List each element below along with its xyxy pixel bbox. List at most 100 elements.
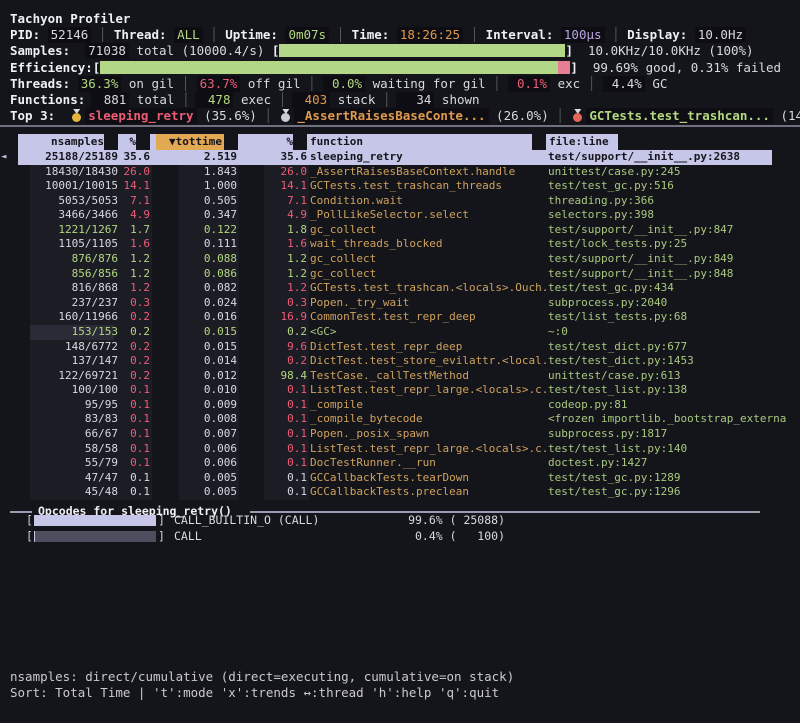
cell-pct-cumulative: 4.9	[268, 208, 307, 223]
separator: │	[257, 108, 280, 123]
cell-file-line: codeop.py:81	[548, 398, 800, 413]
cell-function-name: Popen._posix_spawn	[310, 427, 546, 442]
thread-stat-name: GC	[645, 76, 675, 91]
column-header-nsamples[interactable]: nsamples	[18, 134, 104, 150]
cell-nsamples: 58/58	[34, 442, 118, 457]
cell-function-name: DocTestRunner.__run	[310, 456, 546, 471]
cell-function-name: _AssertRaisesBaseContext.handle	[310, 165, 546, 180]
table-row[interactable]: 137/1470.20.0140.2DictTest.test_store_ev…	[0, 354, 800, 369]
column-header-file-line[interactable]: file:line	[549, 134, 619, 150]
opcode-name: CALL_BUILTIN_O (CALL)	[174, 513, 319, 528]
opcode-usage-bar	[34, 515, 156, 526]
cell-tottime: 0.088	[183, 252, 237, 267]
table-row[interactable]: 237/2370.30.0240.3Popen._try_waitsubproc…	[0, 296, 800, 311]
cell-file-line: test/test_gc.py:434	[548, 281, 800, 296]
table-row[interactable]: 83/830.10.0080.1_compile_bytecode<frozen…	[0, 412, 800, 427]
header-gap	[224, 134, 238, 150]
table-row[interactable]: 95/950.10.0090.1_compilecodeop.py:81	[0, 398, 800, 413]
opcode-row: []CALL_BUILTIN_O (CALL)99.6% ( 25088)	[0, 513, 800, 528]
cell-function-name: DictTest.test_repr_deep	[310, 340, 546, 355]
cell-nsamples: 25188/25189	[34, 150, 118, 165]
table-row[interactable]: 1105/11051.60.1111.6wait_threads_blocked…	[0, 237, 800, 252]
separator: │	[493, 76, 501, 91]
cell-pct-direct: 4.9	[118, 208, 150, 223]
cell-pct-cumulative: 26.0	[268, 165, 307, 180]
cell-function-name: _compile	[310, 398, 546, 413]
table-row[interactable]: 58/580.10.0060.1ListTest.test_repr_large…	[0, 442, 800, 457]
cell-nsamples: 5053/5053	[34, 194, 118, 209]
space	[501, 76, 509, 91]
cell-pct-cumulative: 0.3	[268, 296, 307, 311]
medal-disc	[72, 113, 81, 122]
cell-file-line: subprocess.py:1817	[548, 427, 800, 442]
table-row[interactable]: 1221/12671.70.1221.8gc_collecttest/suppo…	[0, 223, 800, 238]
column-header-pct-cumulative[interactable]: %	[240, 134, 293, 150]
cell-file-line: test/test_list.py:138	[548, 383, 800, 398]
table-row[interactable]: 816/8681.20.0821.2GCTests.test_trashcan.…	[0, 281, 800, 296]
table-row[interactable]: 55/790.10.0060.1DocTestRunner.__rundocte…	[0, 456, 800, 471]
table-row[interactable]: 3466/34664.90.3474.9_PollLikeSelector.se…	[0, 208, 800, 223]
cell-nsamples: 18430/18430	[34, 165, 118, 180]
samples-progress-bar	[279, 44, 565, 57]
table-row[interactable]: 47/470.10.0050.1GCCallbackTests.tearDown…	[0, 471, 800, 486]
cell-tottime: 0.347	[183, 208, 237, 223]
cell-pct-cumulative: 7.1	[268, 194, 307, 209]
thread-stat-value: 36.3%	[78, 76, 122, 92]
table-row[interactable]: 10001/1001514.11.00014.1GCTests.test_tra…	[0, 179, 800, 194]
separator: │	[549, 108, 572, 123]
table-row[interactable]: 153/1530.20.0150.2<GC>~:0	[0, 325, 800, 340]
cell-nsamples: 876/876	[34, 252, 118, 267]
column-header-tottime-sorted[interactable]: ▼tottime	[156, 134, 222, 150]
medal-rank-3-icon	[573, 109, 582, 122]
cell-function-name: CommonTest.test_repr_deep	[310, 310, 546, 325]
cell-file-line: threading.py:366	[548, 194, 800, 209]
cell-pct-direct: 0.2	[118, 354, 150, 369]
cell-pct-direct: 1.6	[118, 237, 150, 252]
function-stat-value: 881	[91, 92, 129, 108]
bar-bracket-right: ]	[158, 529, 165, 544]
cell-pct-cumulative: 0.1	[268, 398, 307, 413]
medal-disc	[573, 113, 582, 122]
cell-pct-direct: 1.2	[118, 267, 150, 282]
table-row[interactable]: 5053/50537.10.5057.1Condition.waitthread…	[0, 194, 800, 209]
table-row[interactable]: 66/670.10.0070.1Popen._posix_spawnsubpro…	[0, 427, 800, 442]
opcode-bar-fill	[34, 515, 156, 526]
top-function-pct: (26.0%)	[489, 108, 549, 123]
cell-tottime: 0.016	[183, 310, 237, 325]
table-row[interactable]: 45/480.10.0050.1GCCallbackTests.preclean…	[0, 485, 800, 500]
cell-file-line: test/test_gc.py:1296	[548, 485, 800, 500]
cell-file-line: test/support/__init__.py:849	[548, 252, 800, 267]
table-row[interactable]: 122/697210.20.01298.4TestCase._callTestM…	[0, 369, 800, 384]
table-row[interactable]: ◄25188/2518935.62.51935.6sleeping_retryt…	[0, 150, 800, 165]
cell-function-name: Popen._try_wait	[310, 296, 546, 311]
footer-help-2: Sort: Total Time | 't':mode 'x':trends ↔…	[10, 685, 499, 701]
cell-tottime: 0.007	[183, 427, 237, 442]
cell-function-name: GCTests.test_trashcan.<locals>.Ouch...	[310, 281, 546, 296]
cell-pct-direct: 0.1	[118, 427, 150, 442]
table-row[interactable]: 18430/1843026.01.84326.0_AssertRaisesBas…	[0, 165, 800, 180]
cell-pct-direct: 1.7	[118, 223, 150, 238]
table-row[interactable]: 856/8561.20.0861.2gc_collecttest/support…	[0, 267, 800, 282]
cell-pct-direct: 0.2	[118, 340, 150, 355]
separator: │	[308, 76, 316, 91]
cell-nsamples: 95/95	[34, 398, 118, 413]
samples-line: Samples: 71038 total (10000.4/s) [] 10.0…	[10, 43, 754, 59]
table-row[interactable]: 100/1000.10.0100.1ListTest.test_repr_lar…	[0, 383, 800, 398]
status-label: PID:	[10, 27, 48, 42]
cell-nsamples: 1105/1105	[34, 237, 118, 252]
cell-tottime: 2.519	[183, 150, 237, 165]
table-row[interactable]: 876/8761.20.0881.2gc_collecttest/support…	[0, 252, 800, 267]
cell-function-name: GCCallbackTests.preclean	[310, 485, 546, 500]
column-header-pct-direct[interactable]: %	[104, 134, 136, 150]
top-function-name[interactable]: _AssertRaisesBaseConte...	[294, 108, 488, 124]
thread-stat-value: 0.1%	[508, 76, 550, 92]
top-function-name[interactable]: sleeping_retry	[85, 108, 196, 124]
cell-function-name: GCCallbackTests.tearDown	[310, 471, 546, 486]
top-function-name[interactable]: GCTests.test_trashcan...	[586, 108, 773, 124]
cell-pct-cumulative: 0.1	[268, 485, 307, 500]
opcode-usage-bar	[34, 531, 156, 542]
table-row[interactable]: 148/67720.20.0159.6DictTest.test_repr_de…	[0, 340, 800, 355]
cell-nsamples: 55/79	[34, 456, 118, 471]
table-row[interactable]: 160/119660.20.01616.9CommonTest.test_rep…	[0, 310, 800, 325]
column-header-function[interactable]: function	[310, 134, 510, 150]
